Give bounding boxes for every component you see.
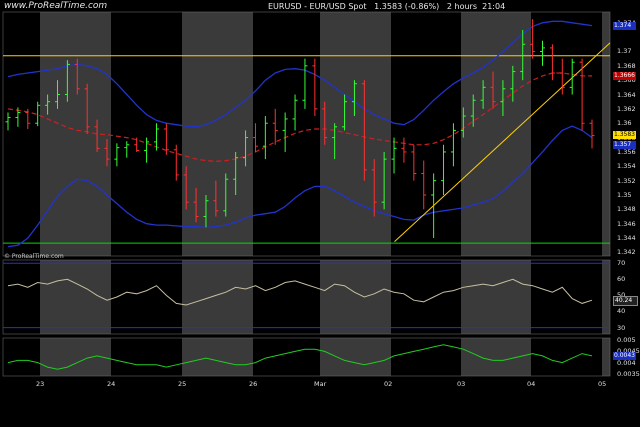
price-tick-label: 1.356 [617,147,636,156]
price-tick-label: 1.354 [617,162,636,171]
price-tick-label: 1.364 [617,90,636,99]
day-band [602,338,610,376]
price-tick-label: 1.368 [617,61,636,70]
price-tick-label: 1.362 [617,104,636,113]
x-axis-label: Mar [314,380,327,388]
price-tick-label: 1.344 [617,234,636,243]
day-band [320,260,391,334]
x-axis-label: 02 [384,380,393,388]
day-band [320,12,391,256]
price-tick-label: 1.37 [617,47,632,56]
time: 21:04 [482,2,506,11]
rsi-tick-label: 40 [617,307,626,316]
oscillator-tick-label: 0.005 [617,336,636,345]
oscillator-badge: 0.0043 [613,351,636,360]
price-tick-label: 1.348 [617,205,636,214]
x-axis-label: 23 [36,380,45,388]
logo-text: www.ProRealTime.com [4,1,108,11]
day-band [602,260,610,334]
price-tick-label: 1.346 [617,219,636,228]
price-tick-label: 1.35 [617,191,632,199]
price-badge: 1.357 [613,140,636,149]
rsi-tick-label: 60 [617,275,626,284]
rsi-tick-label: 30 [617,323,626,332]
price-badge: 1.374 [613,22,636,31]
day-band [320,338,391,376]
last-price: 1.3583 (-0.86%) [374,2,440,11]
price-tick-label: 1.342 [617,248,636,257]
x-axis-label: 26 [249,380,258,388]
day-band [182,338,253,376]
chart-window: www.ProRealTime.com EURUSD - EUR/USD Spo… [0,0,640,427]
x-axis-label: 04 [527,380,536,388]
x-axis-label: 24 [107,380,116,388]
day-band [461,260,531,334]
chart-canvas[interactable] [0,0,640,427]
price-badge: 1.3666 [613,71,636,80]
x-axis-label: 03 [457,380,466,388]
timeframe: 2 hours [446,2,478,11]
price-tick-label: 1.36 [617,119,632,128]
chart-title: EURUSD - EUR/USD Spot 1.3583 (-0.86%) 2 … [268,2,505,11]
rsi-badge: 40.24 [613,296,638,307]
day-band [461,338,531,376]
rsi-logo-text: © ProRealTime.com [4,253,64,260]
day-band [461,12,531,256]
x-axis-label: 05 [598,380,607,388]
price-tick-label: 1.352 [617,176,636,185]
instrument-name: EURUSD - EUR/USD Spot [268,2,367,11]
x-axis-label: 25 [178,380,187,388]
price-badge: 1.3583 [613,131,636,140]
rsi-tick-label: 70 [617,259,626,268]
day-band [182,260,253,334]
oscillator-tick-label: 0.0035 [617,369,640,378]
